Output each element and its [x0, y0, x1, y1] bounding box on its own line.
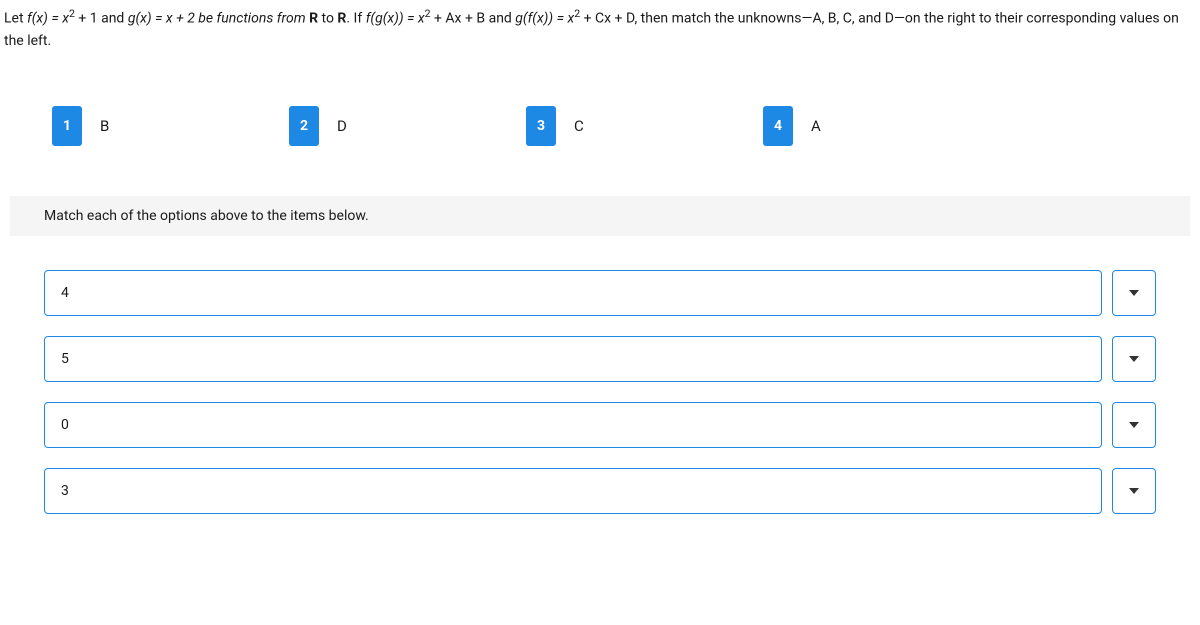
- item-box-4: 3: [44, 468, 1102, 514]
- item-row-4: 3: [44, 468, 1156, 514]
- dropdown-3[interactable]: [1112, 402, 1156, 448]
- option-number-1: 1: [52, 106, 82, 146]
- option-2[interactable]: 2 D: [289, 106, 526, 146]
- item-box-3: 0: [44, 402, 1102, 448]
- caret-down-icon: [1129, 422, 1139, 428]
- option-letter-1: B: [100, 117, 109, 135]
- option-letter-4: A: [811, 117, 821, 135]
- option-number-4: 4: [763, 106, 793, 146]
- items-list: 4 5 0 3: [44, 270, 1156, 514]
- caret-down-icon: [1129, 488, 1139, 494]
- dropdown-4[interactable]: [1112, 468, 1156, 514]
- item-box-2: 5: [44, 336, 1102, 382]
- dropdown-1[interactable]: [1112, 270, 1156, 316]
- option-number-3: 3: [526, 106, 556, 146]
- item-row-3: 0: [44, 402, 1156, 448]
- option-letter-2: D: [337, 117, 347, 135]
- option-3[interactable]: 3 C: [526, 106, 763, 146]
- dropdown-2[interactable]: [1112, 336, 1156, 382]
- caret-down-icon: [1129, 290, 1139, 296]
- match-instruction: Match each of the options above to the i…: [10, 196, 1190, 236]
- option-1[interactable]: 1 B: [52, 106, 289, 146]
- question-text: Let f(x) = x2 + 1 and g(x) = x + 2 be fu…: [0, 0, 1200, 52]
- item-box-1: 4: [44, 270, 1102, 316]
- item-row-2: 5: [44, 336, 1156, 382]
- item-row-1: 4: [44, 270, 1156, 316]
- options-row: 1 B 2 D 3 C 4 A: [52, 106, 1200, 146]
- match-section: Match each of the options above to the i…: [0, 196, 1200, 514]
- option-letter-3: C: [574, 117, 584, 135]
- caret-down-icon: [1129, 356, 1139, 362]
- option-number-2: 2: [289, 106, 319, 146]
- option-4[interactable]: 4 A: [763, 106, 1000, 146]
